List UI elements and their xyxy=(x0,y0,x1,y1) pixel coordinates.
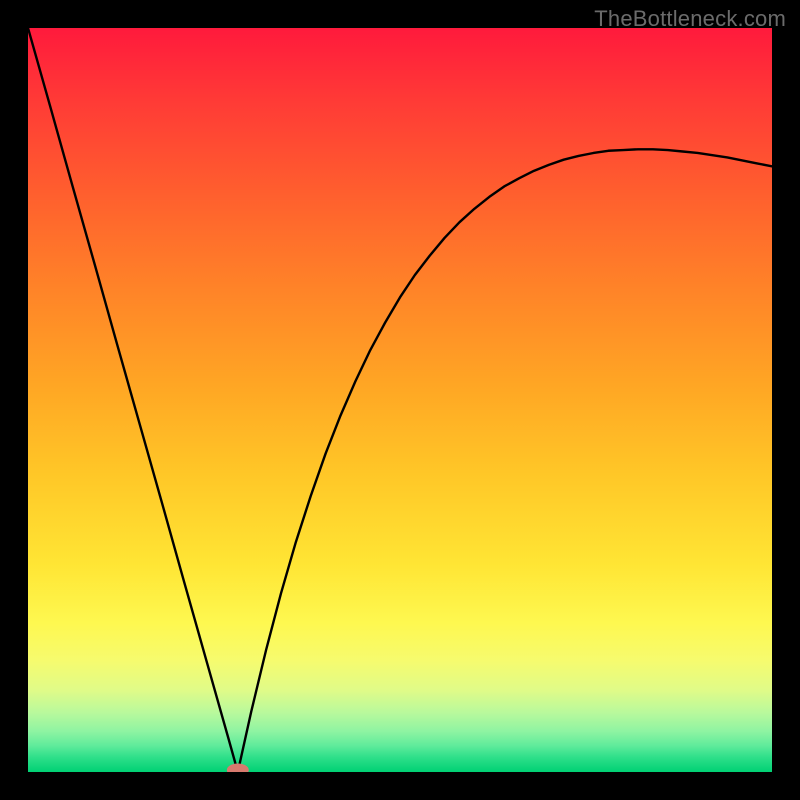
curve-right xyxy=(238,149,772,772)
watermark-text: TheBottleneck.com xyxy=(594,6,786,32)
minimum-marker xyxy=(227,764,249,773)
chart-frame: TheBottleneck.com xyxy=(0,0,800,800)
curve-left xyxy=(28,28,238,772)
plot-area xyxy=(28,28,772,772)
curve-layer xyxy=(28,28,772,772)
